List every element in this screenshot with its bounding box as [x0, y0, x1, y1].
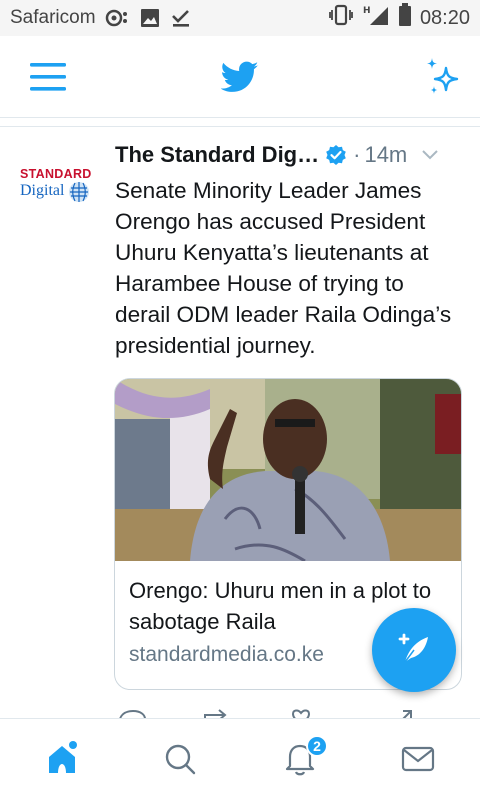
avatar-logo-line1: STANDARD — [20, 167, 92, 181]
notification-badge: 2 — [306, 735, 328, 757]
notification-icon — [104, 8, 130, 28]
image-icon — [140, 8, 160, 28]
new-tweets-indicator — [69, 741, 77, 749]
download-done-icon — [170, 8, 192, 28]
compose-tweet-button[interactable] — [372, 608, 456, 692]
avatar[interactable]: STANDARD Digital — [16, 165, 100, 217]
card-image — [115, 379, 461, 561]
author-name[interactable]: The Standard Dig… — [115, 142, 319, 168]
tweet-time: 14m — [364, 142, 408, 167]
card-domain: standardmedia.co.ke — [129, 643, 324, 666]
signal-icon: H — [362, 4, 390, 32]
avatar-logo-line2: Digital — [20, 182, 65, 199]
top-app-bar — [0, 36, 480, 118]
tweet-header: The Standard Dig… · 14m — [115, 139, 470, 171]
twitter-bird-icon[interactable] — [220, 58, 259, 96]
chevron-down-icon[interactable] — [421, 149, 439, 161]
globe-logo-icon — [69, 182, 89, 202]
separator-dot: · — [353, 142, 361, 167]
compose-feather-icon — [398, 633, 428, 663]
sparkle-icon[interactable] — [424, 56, 462, 98]
bottom-navigation: 2 — [0, 718, 480, 800]
menu-icon[interactable] — [30, 60, 66, 94]
battery-icon — [398, 3, 412, 33]
svg-text:H: H — [363, 6, 371, 16]
carrier-name: Safaricom — [10, 7, 96, 28]
messages-icon[interactable] — [398, 739, 438, 779]
search-icon[interactable] — [160, 739, 200, 779]
verified-badge-icon — [325, 144, 347, 166]
clock: 08:20 — [419, 6, 470, 29]
status-bar: Safaricom H 08:20 — [0, 0, 480, 36]
tweet-text: Senate Minority Leader James Orengo has … — [115, 178, 452, 358]
vibrate-icon — [328, 4, 354, 32]
